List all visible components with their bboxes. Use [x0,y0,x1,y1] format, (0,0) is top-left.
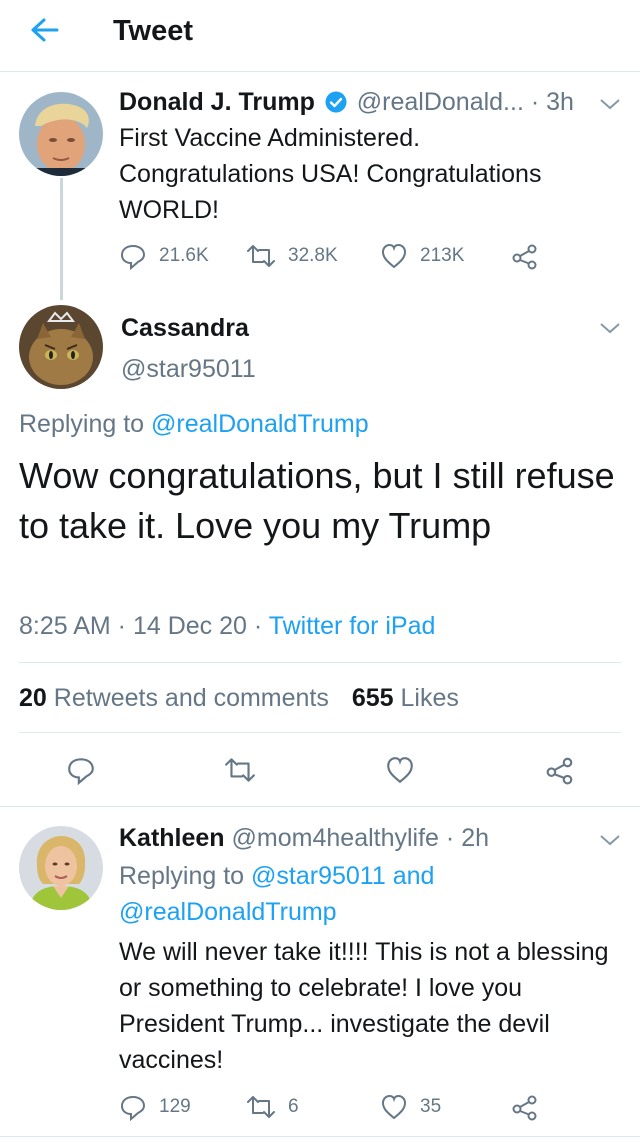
replying-to-link[interactable]: @realDonaldTrump [151,410,369,438]
likes-stat[interactable]: 655 Likes [352,684,459,712]
like-count: 213K [420,245,465,266]
likes-label: Likes [393,684,459,712]
author-handle[interactable]: @mom4healthylife [232,824,439,852]
retweet-icon [225,758,255,782]
like-button[interactable]: 213K [380,241,464,271]
retweet-button[interactable]: 32.8K [246,241,338,271]
tweet-meta: 8:25 AM · 14 Dec 20 · Twitter for iPad [19,610,435,642]
verified-badge-icon [325,91,347,113]
tweet-header: Donald J. Trump @realDonald... · 3h [119,86,619,118]
heart-icon [387,757,413,784]
meta-separator: · [246,612,269,640]
page-title: Tweet [113,15,194,47]
avatar-trump[interactable] [19,92,103,176]
author-name[interactable]: Cassandra [121,312,249,344]
tweet-stats: 20 Retweets and comments 655 Likes [19,682,459,714]
reply-button[interactable] [66,755,108,785]
tweet-time[interactable]: 2h [461,824,489,852]
tweet-text: First Vaccine Administered. Congratulati… [119,124,542,224]
heart-icon [381,243,407,269]
divider [0,1136,640,1137]
tweet-time[interactable]: 3h [546,88,574,116]
replying-prefix: Replying to [119,862,252,890]
tweet-actions: 21.6K 32.8K 213K [119,241,539,271]
time-separator: · [438,824,462,852]
replying-prefix: Replying to [19,410,152,438]
like-button[interactable] [385,755,427,785]
replying-to: Replying to @realDonaldTrump [19,408,369,440]
share-button[interactable] [511,241,551,271]
retweets-label: Retweets and comments [46,684,329,712]
tweet-text: We will never take it!!!! This is not a … [119,938,609,1074]
tweet-header: Kathleen @mom4healthylife · 2h [119,822,489,854]
heart-icon [381,1094,407,1120]
share-button[interactable] [545,755,587,785]
arrow-left-icon [31,18,59,42]
tweet-time[interactable]: 8:25 AM [19,612,111,640]
reply-icon [120,244,146,270]
chevron-down-icon[interactable] [598,96,622,112]
divider [19,662,621,663]
share-icon [512,244,537,270]
time-separator: · [523,88,547,116]
share-icon [546,757,573,785]
chevron-down-icon[interactable] [598,832,622,848]
avatar-kathleen[interactable] [19,826,103,910]
tweet-date[interactable]: 14 Dec 20 [133,612,247,640]
retweet-icon [247,245,275,267]
likes-count: 655 [351,684,394,712]
like-button[interactable]: 35 [380,1092,441,1122]
divider [0,806,640,807]
author-handle[interactable]: @star95011 [121,353,256,385]
reply-count: 21.6K [159,245,209,266]
reply-icon [120,1095,146,1121]
retweet-button[interactable]: 6 [246,1092,299,1122]
chevron-down-icon[interactable] [598,320,622,336]
tweet-source[interactable]: Twitter for iPad [269,612,436,640]
meta-separator: · [110,612,133,640]
divider [19,732,621,733]
author-name[interactable]: Donald J. Trump [119,88,315,116]
avatar-cassandra[interactable] [19,305,103,389]
retweet-icon [247,1096,275,1118]
reply-button[interactable]: 21.6K [119,241,209,271]
reply-count: 129 [159,1096,191,1117]
retweet-count: 32.8K [288,245,338,266]
author-name[interactable]: Kathleen [119,824,225,852]
retweet-count: 6 [288,1096,299,1117]
back-button[interactable] [26,14,62,46]
tweet-actions: 129 6 35 [119,1092,539,1122]
header-bar: Tweet [0,0,640,72]
retweets-stat[interactable]: 20 Retweets and comments [19,684,329,712]
tweet-actions [0,755,640,785]
tweet-text: Wow congratulations, but I still refuse … [19,455,615,546]
retweet-button[interactable] [224,755,268,785]
reply-icon [68,758,94,785]
thread-connector [60,178,63,300]
like-count: 35 [420,1096,442,1117]
retweets-count: 20 [19,684,47,712]
share-icon [512,1095,537,1121]
author-handle[interactable]: @realDonald... [357,88,524,116]
replying-to: Replying to @star95011 and @realDonaldTr… [119,858,599,930]
share-button[interactable] [511,1092,551,1122]
reply-button[interactable]: 129 [119,1092,191,1122]
